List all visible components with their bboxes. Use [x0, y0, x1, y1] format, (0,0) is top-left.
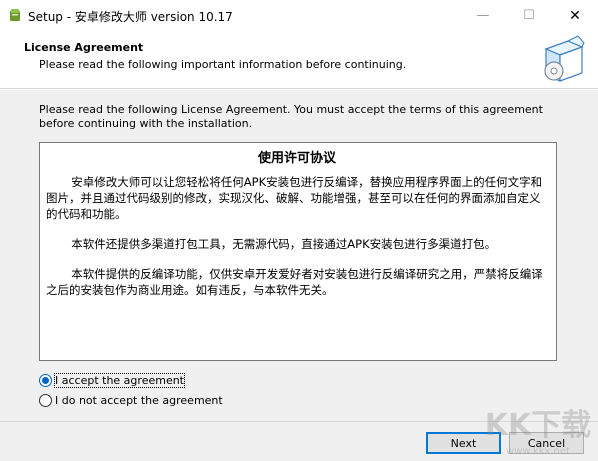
- license-paragraph: 本软件提供的反编译功能，仅供安卓开发爱好者对安装包进行反编译研究之用，严禁将反编…: [46, 267, 543, 297]
- accept-label[interactable]: I accept the agreement: [54, 372, 185, 388]
- watermark-url: www.kkx.net: [506, 446, 570, 457]
- page-title: License Agreement: [24, 41, 144, 54]
- license-paragraph: 安卓修改大师可以让您轻松将任何APK安装包进行反编译，替换应用程序界面上的任何文…: [46, 175, 543, 221]
- license-text-box[interactable]: 使用许可协议 安卓修改大师可以让您轻松将任何APK安装包进行反编译，替换应用程序…: [39, 142, 557, 361]
- maximize-button[interactable]: ☐: [506, 0, 552, 31]
- kk-download-watermark: KK下载 www.kkx.net: [485, 408, 592, 457]
- license-paragraph: 本软件还提供多渠道打包工具，无需源代码，直接通过APK安装包进行多渠道打包。: [71, 237, 497, 251]
- window-title: Setup - 安卓修改大师 version 10.17: [28, 10, 233, 24]
- accept-radio[interactable]: [39, 373, 52, 387]
- page-subtitle: Please read the following important info…: [39, 58, 407, 71]
- decline-label[interactable]: I do not accept the agreement: [55, 394, 223, 407]
- decline-radio[interactable]: [39, 393, 52, 407]
- license-title: 使用许可协议: [257, 151, 336, 166]
- close-button[interactable]: ✕: [552, 0, 598, 31]
- minimize-button[interactable]: —: [460, 0, 506, 31]
- installer-app-icon: [10, 9, 20, 21]
- close-icon: ✕: [569, 7, 581, 24]
- decline-agreement-option[interactable]: I do not accept the agreement: [39, 392, 223, 408]
- watermark-text: KK下载: [485, 408, 592, 443]
- wizard-body: Please read the following License Agreem…: [0, 90, 598, 422]
- accept-agreement-option[interactable]: I accept the agreement: [39, 372, 185, 388]
- maximize-icon: ☐: [523, 8, 535, 23]
- intro-text: Please read the following License Agreem…: [39, 103, 543, 130]
- title-bar: Setup - 安卓修改大师 version 10.17 — ☐ ✕: [0, 0, 598, 31]
- wizard-header: License Agreement Please read the follow…: [0, 31, 598, 89]
- setup-box-icon: [544, 35, 585, 82]
- minimize-icon: —: [476, 8, 490, 23]
